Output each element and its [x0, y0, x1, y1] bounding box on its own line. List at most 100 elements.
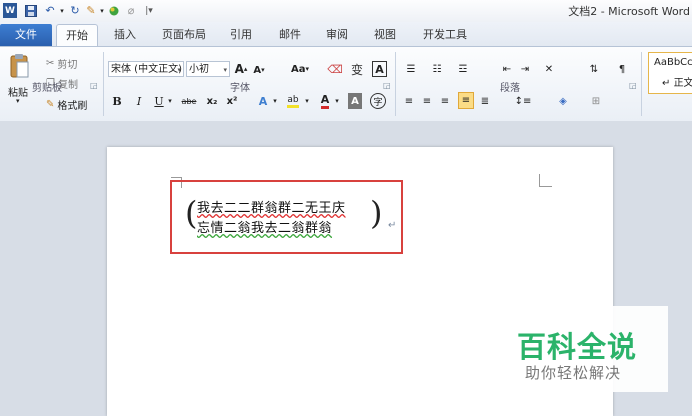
superscript-button[interactable]: x²	[224, 93, 240, 109]
tab-review[interactable]: 审阅	[322, 24, 352, 46]
paragraph-group-label: 段落	[500, 83, 520, 94]
paste-dropdown-icon[interactable]: ▾	[16, 97, 20, 105]
character-shading-label: A	[351, 95, 359, 107]
style-normal[interactable]: AaBbCc ↵ 正文	[648, 52, 692, 94]
watermark-subtitle: 助你轻松解决	[525, 364, 622, 382]
shrink-font-button[interactable]: A ▾	[251, 62, 267, 78]
cut-button[interactable]: ✂ 剪切	[46, 56, 77, 71]
text-effects-label: A	[258, 94, 268, 108]
tab-developer[interactable]: 开发工具	[418, 24, 472, 46]
undo-icon[interactable]: ↶	[42, 3, 58, 18]
enclose-characters-label: 字	[373, 97, 383, 108]
eraser-icon: ⌫	[327, 62, 343, 76]
format-painter-label: 格式刷	[57, 101, 88, 112]
highlight-button[interactable]: ab	[284, 93, 302, 109]
sort-icon[interactable]: ⇅	[586, 61, 602, 77]
color-icon[interactable]	[108, 3, 120, 18]
show-marks-icon[interactable]: ¶	[616, 61, 628, 77]
title-bar: W ↶ ▾ ↻ ✎ ▾ ⌀ |▾ 文档2 - Microsoft Word	[0, 0, 692, 22]
subscript-button[interactable]: x₂	[204, 93, 220, 109]
customize-icon[interactable]: |▾	[143, 3, 155, 18]
ribbon-tabs: 文件 开始 插入 页面布局 引用 邮件 审阅 视图 开发工具	[0, 22, 692, 47]
dropdown-icon[interactable]: ▾	[58, 3, 66, 18]
font-color-label: A	[320, 93, 330, 109]
text-effects-button[interactable]: A	[256, 93, 270, 109]
style-sample: AaBbCc	[654, 57, 692, 68]
character-border-label: A	[375, 62, 384, 76]
bold-button[interactable]: B	[110, 93, 124, 109]
divider	[103, 52, 104, 116]
font-family-combo[interactable]: 宋体 (中文正文) ▾	[108, 61, 184, 77]
watermark-title: 百科全说	[517, 330, 638, 364]
highlight-dropdown-icon[interactable]: ▾	[303, 93, 311, 109]
divider	[395, 52, 396, 116]
justify-icon[interactable]: ≡	[458, 92, 474, 109]
character-border-button[interactable]: A	[372, 61, 387, 77]
clipboard-launcher-icon[interactable]: ◲	[90, 81, 98, 90]
format-painter-icon[interactable]: ✎	[84, 3, 98, 18]
clear-icon[interactable]: ⌀	[124, 3, 138, 18]
shading-icon[interactable]: ◈	[554, 93, 572, 109]
text-effects-dropdown-icon[interactable]: ▾	[271, 93, 279, 109]
scissors-icon: ✂	[46, 58, 55, 69]
multilevel-list-icon[interactable]: ☲	[454, 61, 472, 77]
clear-format-button[interactable]: ⌫	[327, 61, 343, 77]
chevron-down-icon[interactable]: ▾	[177, 62, 181, 76]
distributed-icon[interactable]: ≣	[478, 93, 492, 109]
chevron-down-icon[interactable]: ▾	[223, 62, 227, 76]
align-right-icon[interactable]: ≡	[438, 93, 452, 109]
font-color-button[interactable]: A	[318, 93, 332, 109]
asian-layout-icon[interactable]: ✕	[540, 61, 558, 77]
tab-mailings[interactable]: 邮件	[275, 24, 305, 46]
window-title: 文档2 - Microsoft Word	[568, 5, 690, 18]
font-size-combo[interactable]: 小初 ▾	[186, 61, 230, 77]
numbering-icon[interactable]: ☷	[428, 61, 446, 77]
font-family-value: 宋体 (中文正文)	[111, 64, 182, 75]
paste-icon[interactable]	[8, 52, 30, 80]
phonetic-guide-button[interactable]: 变	[348, 61, 366, 77]
borders-icon[interactable]: ⊞	[588, 93, 604, 109]
line-spacing-icon[interactable]: ↕≡	[514, 93, 532, 109]
increase-indent-icon[interactable]: ⇥	[518, 61, 532, 77]
word-logo-icon[interactable]: W	[3, 3, 17, 18]
divider	[641, 52, 642, 116]
change-case-label: Aa	[290, 63, 306, 75]
selection-highlight-box	[170, 180, 403, 254]
phonetic-guide-label: 变	[350, 62, 363, 77]
tab-view[interactable]: 视图	[370, 24, 400, 46]
decrease-indent-icon[interactable]: ⇤	[500, 61, 514, 77]
enclose-characters-button[interactable]: 字	[370, 93, 386, 109]
watermark: 百科全说 助你轻松解决	[512, 306, 668, 392]
brush-icon: ✎	[46, 99, 55, 110]
font-launcher-icon[interactable]: ◲	[383, 81, 391, 90]
underline-dropdown-icon[interactable]: ▾	[166, 93, 174, 109]
bullets-icon[interactable]: ☰	[402, 61, 420, 77]
save-icon[interactable]	[24, 3, 38, 18]
align-center-icon[interactable]: ≡	[420, 93, 434, 109]
italic-button[interactable]: I	[132, 93, 146, 109]
tab-references[interactable]: 引用	[226, 24, 256, 46]
character-shading-button[interactable]: A	[348, 93, 362, 109]
tab-page-layout[interactable]: 页面布局	[156, 24, 212, 46]
redo-icon[interactable]: ↻	[68, 3, 82, 18]
shrink-font-label: A	[253, 64, 262, 76]
font-size-value: 小初	[189, 64, 209, 75]
font-color-dropdown-icon[interactable]: ▾	[333, 93, 341, 109]
format-painter-button[interactable]: ✎ 格式刷	[46, 97, 87, 112]
grow-font-button[interactable]: A ▴	[233, 61, 249, 77]
tab-insert[interactable]: 插入	[108, 24, 142, 46]
strikethrough-button[interactable]: abe	[178, 93, 200, 109]
change-case-button[interactable]: Aa ▾	[289, 61, 311, 77]
tab-home[interactable]: 开始	[56, 24, 98, 47]
cut-label: 剪切	[57, 60, 78, 71]
dropdown-icon[interactable]: ▾	[98, 3, 106, 18]
clipboard-group-label: 剪贴板	[32, 83, 62, 94]
grow-font-label: A	[234, 62, 244, 76]
underline-button[interactable]: U	[152, 93, 166, 109]
align-left-icon[interactable]: ≡	[402, 93, 416, 109]
margin-corner-top-right	[539, 174, 552, 187]
tab-file[interactable]: 文件	[0, 24, 52, 46]
paragraph-launcher-icon[interactable]: ◲	[629, 81, 637, 90]
highlight-label: ab	[287, 95, 299, 108]
font-group-label: 字体	[230, 83, 250, 94]
